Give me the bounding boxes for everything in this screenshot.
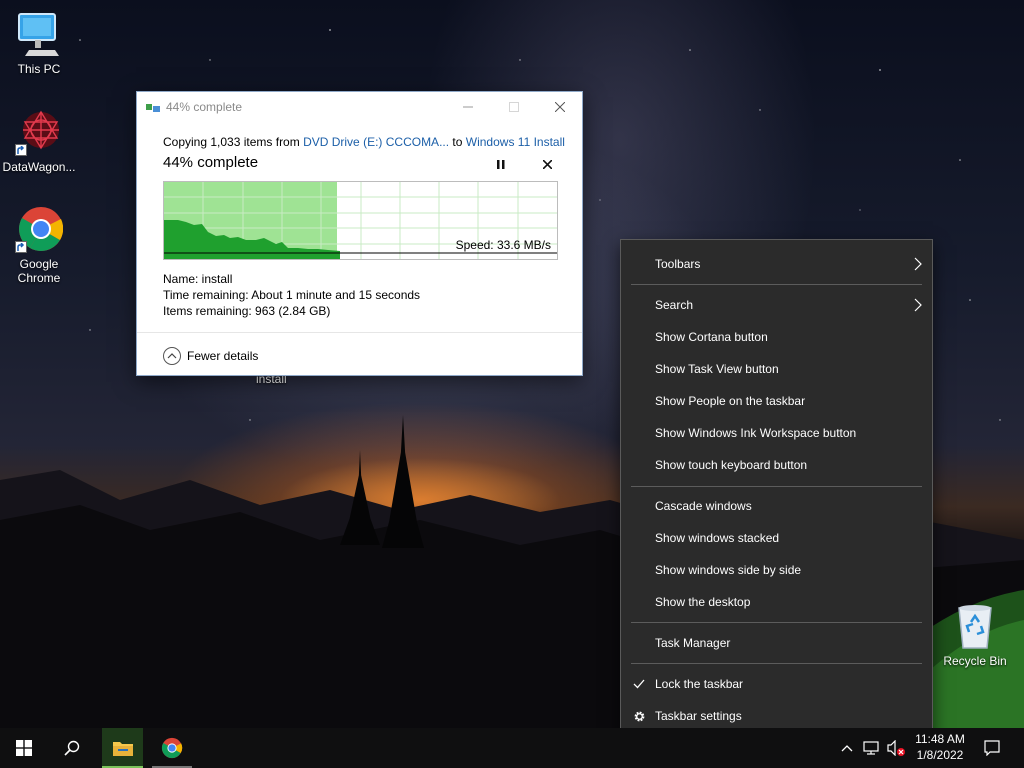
start-icon [16, 740, 32, 756]
menu-item-search[interactable]: Search [621, 289, 932, 321]
clock-date: 1/8/2022 [916, 748, 964, 762]
menu-separator [631, 663, 922, 664]
desktop-icon-label: Google Chrome [17, 257, 61, 285]
transfer-speed-graph: Speed: 33.6 MB/s [163, 181, 558, 260]
menu-item-show-touch-keyboard[interactable]: Show touch keyboard button [621, 449, 932, 481]
name-line: Name: install [163, 272, 233, 286]
volume-tray-button[interactable] [884, 728, 908, 768]
menu-item-label: Show Cortana button [655, 330, 768, 344]
menu-item-show-people[interactable]: Show People on the taskbar [621, 385, 932, 417]
to-word: to [449, 135, 466, 149]
chevron-right-icon [914, 257, 922, 274]
menu-item-label: Search [655, 298, 694, 312]
menu-item-show-task-view-button[interactable]: Show Task View button [621, 353, 932, 385]
time-remaining-line: Time remaining: About 1 minute and 15 se… [163, 288, 421, 302]
copying-summary: Copying 1,033 items from DVD Drive (E:) … [163, 135, 565, 149]
copying-prefix: Copying 1,033 items from [163, 135, 304, 149]
desktop-icon-recycle-bin[interactable]: Recycle Bin [937, 602, 1013, 668]
search-button[interactable] [48, 728, 96, 768]
chevron-up-icon [163, 347, 181, 365]
desktop-icon-label: Recycle Bin [943, 654, 1007, 668]
close-button[interactable] [537, 92, 583, 122]
recycle-bin-icon [951, 602, 999, 650]
menu-item-label: Taskbar settings [655, 709, 742, 723]
maximize-button[interactable] [491, 92, 537, 122]
menu-item-windows-side-by-side[interactable]: Show windows side by side [621, 554, 932, 586]
fewer-details-label: Fewer details [187, 349, 259, 363]
menu-item-windows-stacked[interactable]: Show windows stacked [621, 522, 932, 554]
menu-item-label: Lock the taskbar [655, 677, 744, 691]
menu-item-toolbars[interactable]: Toolbars [621, 248, 932, 280]
gear-icon [631, 708, 647, 724]
menu-item-lock-taskbar[interactable]: Lock the taskbar [621, 668, 932, 700]
items-remaining-line: Items remaining: 963 (2.84 GB) [163, 304, 331, 318]
menu-item-label: Show touch keyboard button [655, 458, 808, 472]
menu-separator [631, 486, 922, 487]
destination-link[interactable]: Windows 11 Install [466, 135, 565, 149]
dialog-divider [137, 332, 582, 333]
desktop-icon-datawagon[interactable]: DataWagon... [1, 108, 77, 174]
taskbar[interactable]: 11:48 AM 1/8/2022 [0, 728, 1024, 768]
chrome-icon [15, 205, 64, 253]
menu-item-show-cortana-button[interactable]: Show Cortana button [621, 321, 932, 353]
dialog-titlebar[interactable]: 44% complete [137, 92, 582, 122]
menu-separator [631, 284, 922, 285]
menu-item-show-desktop[interactable]: Show the desktop [621, 586, 932, 618]
menu-item-label: Show People on the taskbar [655, 394, 806, 408]
menu-item-label: Show Windows Ink Workspace button [655, 426, 857, 440]
chevron-right-icon [914, 298, 922, 315]
shortcut-arrow-icon [15, 144, 27, 156]
desktop-icon-google-chrome[interactable]: Google Chrome [1, 205, 77, 285]
chrome-icon [161, 737, 183, 759]
menu-item-task-manager[interactable]: Task Manager [621, 627, 932, 659]
file-copy-icon [146, 102, 160, 116]
menu-item-label: Show windows side by side [655, 563, 802, 577]
datawagon-icon [15, 108, 63, 156]
desktop-icon-label: DataWagon... [2, 160, 76, 174]
show-hidden-icons-button[interactable] [836, 728, 858, 768]
network-tray-button[interactable] [860, 728, 882, 768]
cancel-copy-button[interactable] [539, 156, 555, 172]
fewer-details-button[interactable]: Fewer details [163, 346, 258, 366]
clock-time: 11:48 AM [915, 732, 965, 746]
search-icon [64, 740, 80, 756]
taskbar-app-file-explorer[interactable] [102, 728, 143, 768]
menu-item-cascade-windows[interactable]: Cascade windows [621, 490, 932, 522]
taskbar-app-chrome[interactable] [152, 728, 192, 768]
pause-button[interactable] [493, 156, 509, 172]
menu-item-label: Show the desktop [655, 595, 751, 609]
source-link[interactable]: DVD Drive (E:) CCCOMA... [303, 135, 449, 149]
chevron-up-icon [841, 745, 853, 752]
network-icon [863, 741, 879, 755]
menu-separator [631, 622, 922, 623]
checkmark-icon [631, 676, 647, 692]
menu-item-label: Toolbars [655, 257, 701, 271]
notification-icon [984, 740, 1000, 756]
menu-item-label: Cascade windows [655, 499, 752, 513]
volume-muted-icon [887, 740, 905, 756]
action-center-button[interactable] [976, 728, 1008, 768]
menu-item-label: Task Manager [655, 636, 731, 650]
dialog-title: 44% complete [166, 100, 243, 114]
desktop-icon-label: This PC [17, 62, 61, 76]
computer-icon [15, 10, 63, 58]
taskbar-context-menu: Toolbars Search Show Cortana button Show… [620, 239, 933, 741]
file-explorer-icon [112, 742, 133, 756]
start-button[interactable] [0, 728, 48, 768]
minimize-button[interactable] [445, 92, 491, 122]
percent-complete-label: 44% complete [163, 154, 259, 171]
menu-item-show-ink-workspace[interactable]: Show Windows Ink Workspace button [621, 417, 932, 449]
copy-progress-dialog: 44% complete Copying 1,033 items from DV… [136, 91, 583, 376]
menu-item-label: Show Task View button [655, 362, 779, 376]
speed-label: Speed: 33.6 MB/s [455, 238, 551, 252]
shortcut-arrow-icon [15, 241, 27, 253]
taskbar-clock[interactable]: 11:48 AM 1/8/2022 [912, 731, 968, 763]
desktop-icon-this-pc[interactable]: This PC [1, 10, 77, 76]
menu-item-label: Show windows stacked [655, 531, 780, 545]
